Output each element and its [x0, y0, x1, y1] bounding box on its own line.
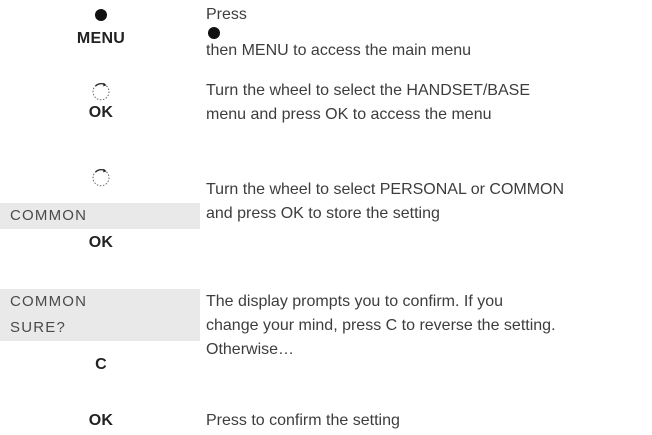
- step-3-line-2: and press OK to store the setting: [206, 205, 440, 222]
- step-2-line-1: Turn the wheel to select the HANDSET/BAS…: [206, 82, 530, 99]
- step-3-line-1: Turn the wheel to select PERSONAL or COM…: [206, 181, 565, 198]
- display-panel: COMMON SURE?: [0, 289, 200, 341]
- ok-key-label: OK: [88, 234, 114, 251]
- step-3-instruction: Turn the wheel to select PERSONAL or COM…: [206, 178, 652, 226]
- inline-dot-icon: [208, 27, 220, 39]
- step-5-instruction: Press to confirm the setting: [206, 409, 652, 433]
- step-2-instruction: Turn the wheel to select the HANDSET/BAS…: [206, 79, 652, 127]
- step-1-line: Press then MENU to access the main menu: [206, 3, 652, 63]
- ok-key-label: OK: [88, 412, 114, 429]
- step-4-line-3: Otherwise…: [206, 341, 295, 358]
- ok-key-label: OK: [88, 104, 114, 121]
- menu-key-label: MENU: [76, 30, 126, 47]
- step-1-text-after: then MENU to access the main menu: [206, 42, 472, 59]
- c-key-label: C: [95, 356, 107, 373]
- step-4-line-2: change your mind, press C to reverse the…: [206, 317, 556, 334]
- display-panel: COMMON: [0, 203, 200, 229]
- dot-button-icon: [95, 9, 107, 21]
- display-line: COMMON: [10, 207, 88, 224]
- step-4-instruction: The display prompts you to confirm. If y…: [206, 290, 652, 362]
- wheel-rotate-icon: [92, 168, 110, 187]
- step-1-instruction: Press then MENU to access the main menu: [206, 3, 652, 63]
- display-line-1: COMMON: [10, 293, 88, 310]
- wheel-rotate-icon: [92, 82, 110, 101]
- instruction-page: MENU Press then MENU to access the main …: [0, 0, 652, 435]
- step-2-line-2: menu and press OK to access the menu: [206, 106, 492, 123]
- display-line-2: SURE?: [10, 319, 67, 336]
- step-1-text-before: Press: [206, 6, 247, 23]
- step-5-line-1: Press to confirm the setting: [206, 412, 400, 429]
- step-4-line-1: The display prompts you to confirm. If y…: [206, 293, 504, 310]
